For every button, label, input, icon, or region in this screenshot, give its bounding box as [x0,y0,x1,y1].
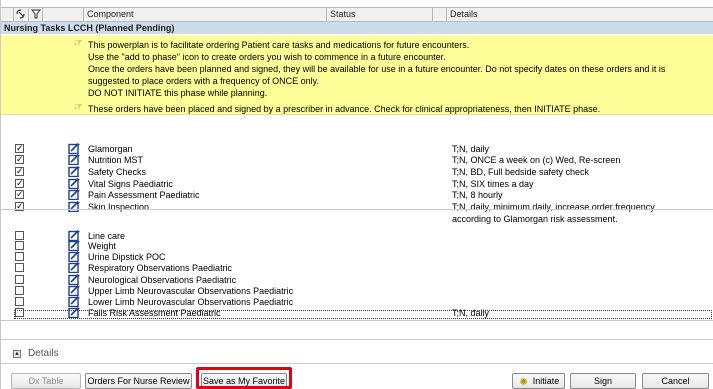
order-checkbox[interactable]: ✓ [15,190,24,199]
order-checkbox[interactable] [15,231,24,240]
cancel-button[interactable]: Cancel [642,373,709,389]
order-name[interactable]: Skin Inspection [88,202,149,212]
order-row[interactable]: ✓ Nutrition MST T;N, ONCE a week on (c) We… [1,154,713,165]
note-line: DO NOT INITIATE this phase while plannin… [88,88,268,98]
header-link-icon[interactable] [14,8,29,22]
order-row[interactable]: ✓ Glamorgan T;N, daily [1,143,713,154]
order-name[interactable]: Lower Limb Neurovascular Observations Pa… [88,297,293,307]
order-edit-icon[interactable] [68,201,80,212]
header-details[interactable]: Details [447,8,713,22]
order-edit-icon[interactable] [68,296,80,307]
order-row[interactable]: Upper Limb Neurovascular Observations Pa… [1,285,713,296]
sign-button[interactable]: Sign [570,373,636,389]
order-checkbox[interactable] [15,297,24,306]
order-edit-icon[interactable] [68,166,80,177]
orders-for-nurse-review-button[interactable]: Orders For Nurse Review [85,373,192,389]
order-checkbox[interactable] [15,286,24,295]
order-edit-icon[interactable] [68,262,80,273]
initiate-label: Initiate [532,376,560,386]
note-line: Use the "add to phase" icon to create or… [88,52,446,62]
note-line: These orders have been placed and signed… [88,104,601,114]
order-details: T;N, ONCE a week on (c) Wed, Re-screen [452,155,621,165]
details-panel-toggle[interactable]: ▲ Details [1,339,713,363]
order-row[interactable]: ✓ Vital Signs Paediatric T;N, SIX times a … [1,178,713,189]
initiate-button[interactable]: ✺ Initiate [512,373,565,389]
order-details-continued: according to Glamorgan risk assessment. [452,214,618,224]
planning-note: ☞ This powerplan is to facilitate orderi… [1,35,713,111]
order-row[interactable]: ✓ Pain Assessment Paediatric T;N, 8 hourly [1,189,713,200]
order-details: T;N, daily [452,144,490,154]
order-row[interactable]: Respiratory Observations Paediatric [1,262,713,273]
header-blank-cell [1,8,14,22]
order-edit-icon[interactable] [68,251,80,262]
header-spacer-cell [43,8,84,22]
order-name[interactable]: Urine Dipstick POC [88,252,166,262]
order-grid-window: Component Status Details Nursing Tasks L… [0,0,713,389]
note-line: suggested to place orders with a frequen… [88,76,319,86]
grid-bottom-border [1,320,713,321]
order-name[interactable]: Weight [88,241,116,251]
order-details: T;N, daily, minimum daily, increase orde… [452,202,655,212]
order-checkbox[interactable]: ✓ [15,167,24,176]
order-name[interactable]: Neurological Observations Paediatric [88,275,236,285]
order-row[interactable]: Neurological Observations Paediatric [1,274,713,285]
order-name[interactable]: Pain Assessment Paediatric [88,190,200,200]
expand-up-icon[interactable]: ▲ [13,350,21,358]
dx-table-button[interactable]: Dx Table [11,373,81,389]
order-row[interactable]: Weight [1,240,713,251]
order-name[interactable]: Respiratory Observations Paediatric [88,263,232,273]
order-row[interactable]: ✓ Safety Checks T;N, BD, Full bedside safe… [1,166,713,177]
note-hand-icon: ☞ [74,38,83,49]
order-edit-icon[interactable] [68,274,80,285]
order-details: T;N, BD, Full bedside safety check [452,167,590,177]
order-checkbox[interactable]: ✓ [15,179,24,188]
order-name[interactable]: Vital Signs Paediatric [88,179,173,189]
selected-row-outline [14,310,712,319]
order-edit-icon[interactable] [68,285,80,296]
order-checkbox[interactable] [15,275,24,284]
header-status[interactable]: Status [327,8,433,22]
order-row[interactable]: Lower Limb Neurovascular Observations Pa… [1,296,713,307]
order-name[interactable]: Safety Checks [88,167,146,177]
order-edit-icon[interactable] [68,154,80,165]
header-component[interactable]: Component [84,8,327,22]
order-name[interactable]: Upper Limb Neurovascular Observations Pa… [88,286,293,296]
save-favorite-highlight-box [196,367,292,389]
bottom-toolbar: Dx Table Orders For Nurse Review Save as… [1,363,713,389]
order-checkbox[interactable]: ✓ [15,155,24,164]
note-line: Once the orders have been planned and si… [88,64,666,74]
phase-header: Nursing Tasks LCCH (Planned Pending) [1,22,713,34]
order-name[interactable]: Nutrition MST [88,155,143,165]
row-group-separator [1,209,713,210]
note-line: This powerplan is to facilitate ordering… [88,40,470,50]
details-label: Details [28,348,59,359]
order-checkbox[interactable] [15,263,24,272]
prescriber-note: ☞ These orders have been placed and sign… [1,101,713,115]
order-details: T;N, SIX times a day [452,179,534,189]
order-edit-icon[interactable] [68,178,80,189]
order-edit-icon[interactable] [68,143,80,154]
order-edit-icon[interactable] [68,240,80,251]
initiate-star-icon: ✺ [519,377,528,388]
note-hand-icon: ☞ [74,102,83,113]
order-checkbox[interactable] [15,252,24,261]
order-details: T;N, 8 hourly [452,190,503,200]
order-edit-icon[interactable] [68,189,80,200]
header-filter-icon[interactable] [29,8,43,22]
column-header-row: Component Status Details [1,7,713,22]
order-checkbox[interactable] [15,241,24,250]
order-name[interactable]: Glamorgan [88,144,133,154]
order-checkbox[interactable]: ✓ [15,144,24,153]
order-row[interactable]: Urine Dipstick POC [1,251,713,262]
header-spacer-cell-2 [433,8,447,22]
order-row[interactable]: ✓ Skin Inspection T;N, daily, minimum dail… [1,201,713,224]
